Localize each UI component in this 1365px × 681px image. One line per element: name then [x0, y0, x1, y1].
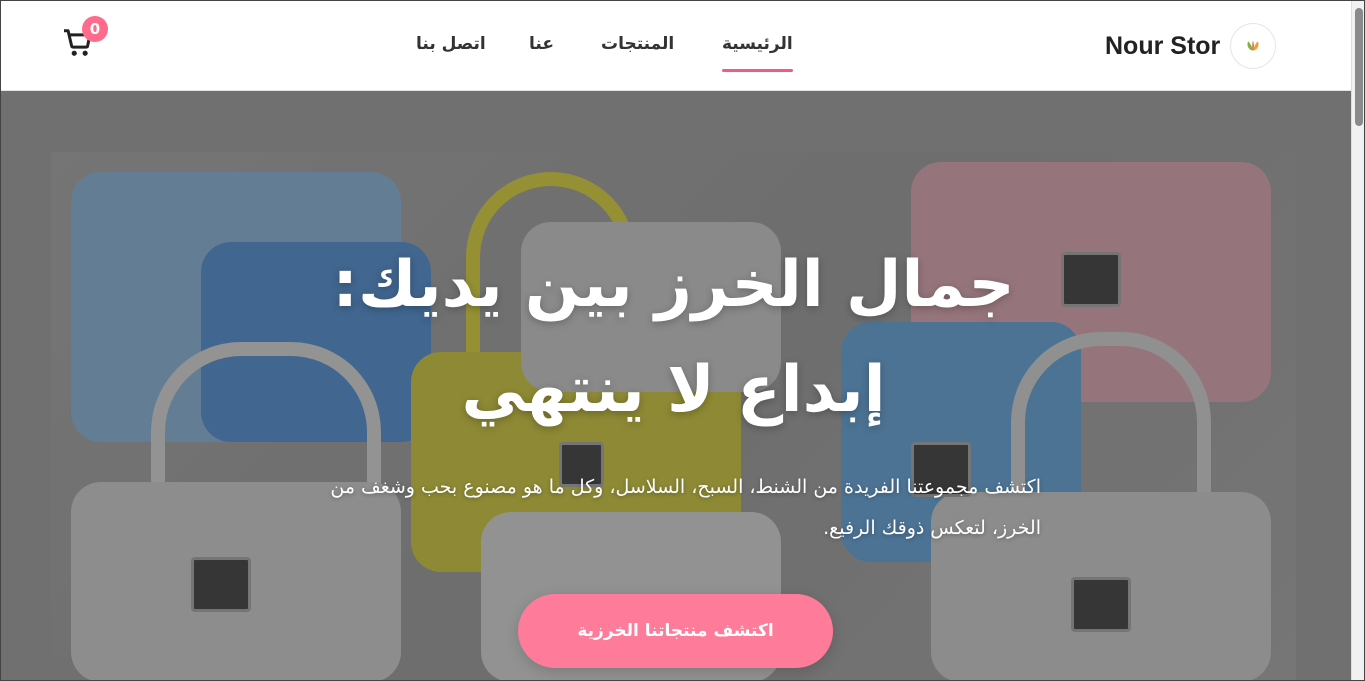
nav-products[interactable]: المنتجات: [601, 34, 674, 54]
hero-subtitle: اكتشف مجموعتنا الفريدة من الشنط، السبح، …: [330, 476, 1041, 539]
brand[interactable]: Nour Stor: [1105, 22, 1277, 70]
page-scrollbar[interactable]: [1351, 0, 1365, 681]
leaf-logo-icon: [1230, 23, 1277, 69]
hero-banner: جمال الخرز بين يديك: إبداع لا ينتهي اكتش…: [51, 152, 1296, 681]
nav-about[interactable]: عنا: [529, 34, 554, 54]
nav-contact[interactable]: اتصل بنا: [416, 34, 486, 54]
scrollbar-thumb[interactable]: [1355, 8, 1363, 126]
hero-title-line-1: جمال الخرز بين يديك:: [332, 248, 1015, 322]
site-header: 0 الرئيسية المنتجات عنا اتصل بنا Nour St…: [0, 0, 1351, 91]
nav-home[interactable]: الرئيسية: [722, 34, 793, 72]
explore-products-button[interactable]: اكتشف منتجاتنا الخرزية: [518, 594, 833, 668]
brand-name: Nour Stor: [1105, 31, 1221, 60]
hero-title-line-2: إبداع لا ينتهي: [461, 353, 886, 427]
